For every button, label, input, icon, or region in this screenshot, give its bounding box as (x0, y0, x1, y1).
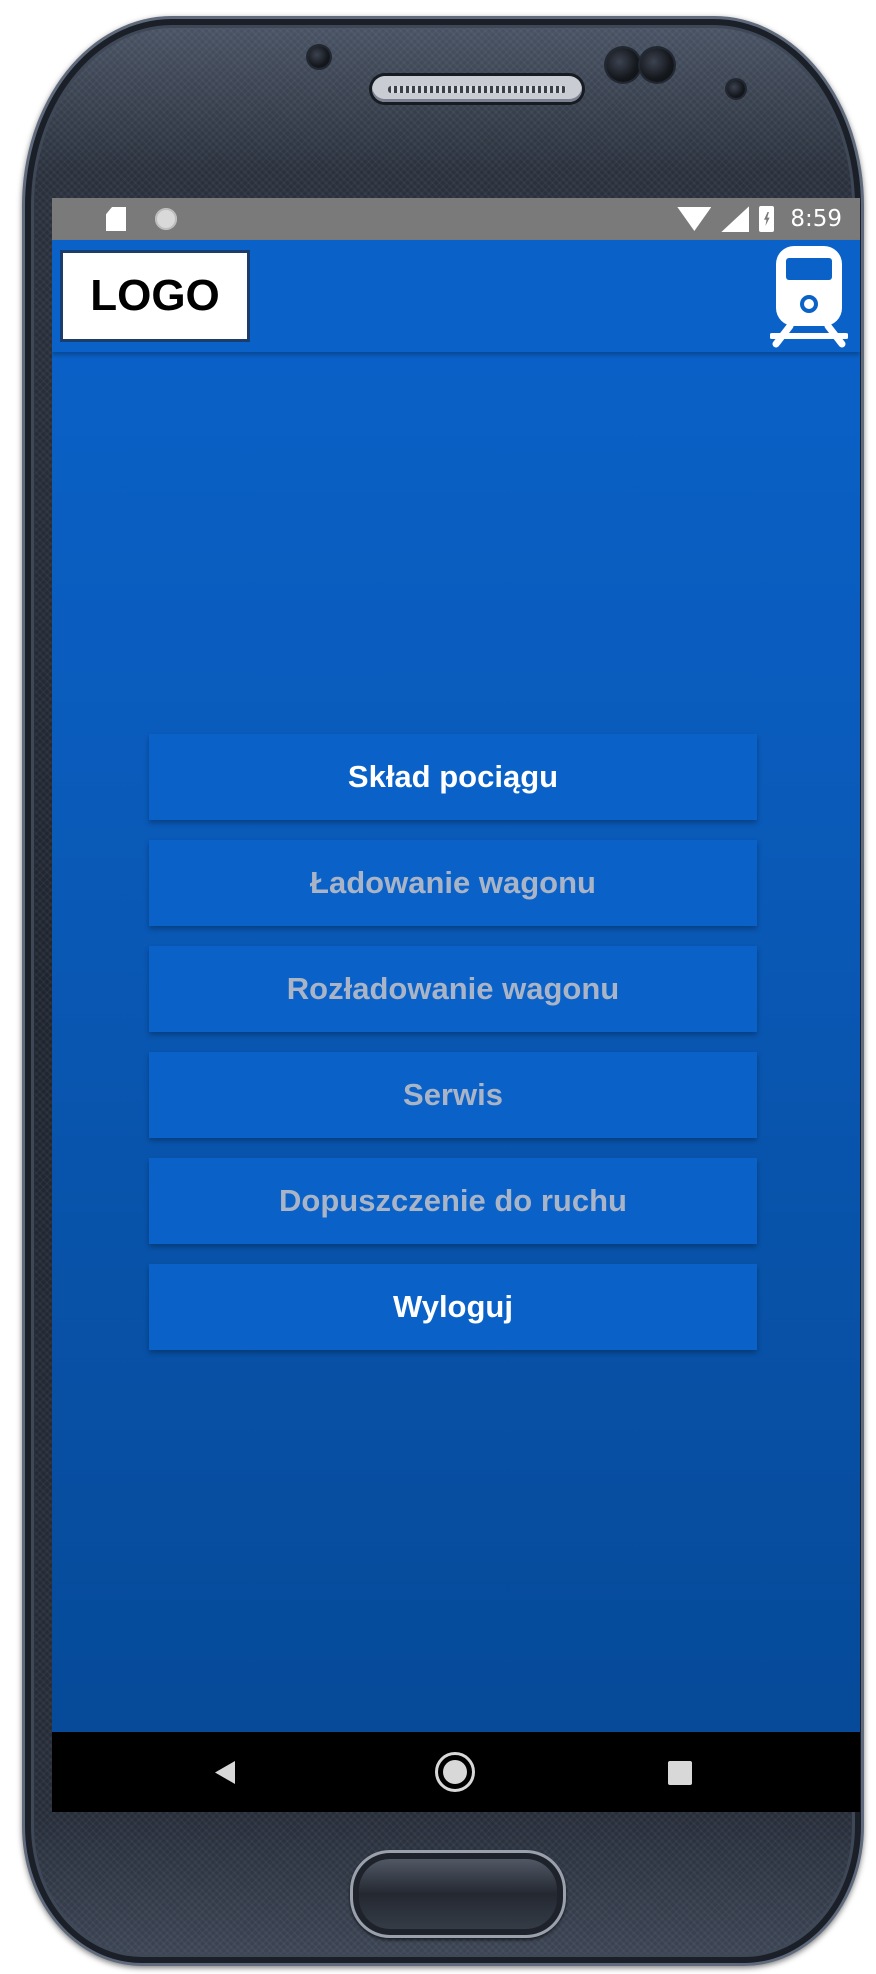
proximity-sensor (308, 46, 330, 68)
menu-item-serwis[interactable]: Serwis (149, 1052, 757, 1138)
app-bar: LOGO (52, 240, 860, 352)
home-icon[interactable] (435, 1752, 475, 1792)
menu-item-sklad-pociagu[interactable]: Skład pociągu (149, 734, 757, 820)
hardware-home-button[interactable] (350, 1850, 566, 1938)
menu-item-ladowanie-wagonu[interactable]: Ładowanie wagonu (149, 840, 757, 926)
menu-item-dopuszczenie-do-ruchu[interactable]: Dopuszczenie do ruchu (149, 1158, 757, 1244)
app-logo: LOGO (60, 250, 250, 342)
speaker-grill (388, 86, 566, 93)
menu-item-wyloguj[interactable]: Wyloguj (149, 1264, 757, 1350)
status-bar: 8:59 (52, 198, 860, 240)
status-bar-right: 8:59 (677, 198, 842, 240)
notification-led (727, 80, 745, 98)
front-camera (606, 48, 640, 82)
menu-item-rozladowanie-wagonu[interactable]: Rozładowanie wagonu (149, 946, 757, 1032)
device-screen: 8:59 LOGO Skład pociągu Ładowanie wagonu… (52, 198, 860, 1812)
battery-charging-icon (759, 206, 775, 232)
light-sensor (640, 48, 674, 82)
train-icon[interactable] (770, 244, 848, 348)
cell-signal-icon (721, 206, 750, 232)
app-content: LOGO Skład pociągu Ładowanie wagonu Rozł… (52, 240, 860, 1732)
back-icon[interactable] (215, 1761, 235, 1784)
sync-icon (155, 208, 177, 230)
earpiece-speaker (372, 76, 582, 102)
navigation-bar (52, 1732, 860, 1812)
recent-apps-icon[interactable] (668, 1761, 692, 1785)
sd-card-icon (106, 207, 126, 231)
main-menu: Skład pociągu Ładowanie wagonu Rozładowa… (149, 734, 757, 1370)
status-time: 8:59 (790, 206, 842, 232)
wifi-icon (677, 207, 712, 231)
